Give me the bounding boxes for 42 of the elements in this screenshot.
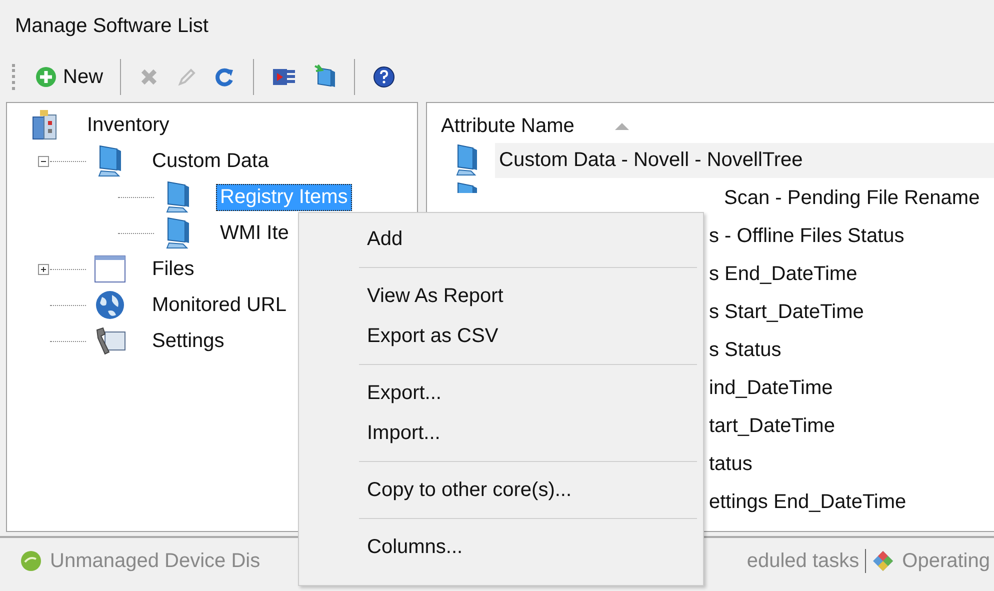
monitor-icon (165, 180, 191, 214)
list-item[interactable]: tatus (705, 446, 756, 482)
menu-item[interactable]: Columns... (299, 527, 703, 567)
list-item[interactable]: ind_DateTime (705, 370, 837, 406)
list-item[interactable]: s End_DateTime (705, 256, 862, 292)
menu-item[interactable]: Export... (299, 373, 703, 413)
collapse-icon[interactable] (38, 156, 49, 166)
menu-item[interactable]: Copy to other core(s)... (299, 470, 703, 510)
list-item[interactable]: tart_DateTime (705, 408, 839, 444)
tree-item[interactable]: Monitored URL (148, 292, 291, 318)
monitor-icon (455, 181, 479, 193)
tree-item[interactable]: Custom Data (148, 148, 273, 174)
window-icon (94, 255, 126, 283)
monitor-icon (165, 216, 191, 250)
list-item[interactable]: Custom Data - Novell - NovellTree (495, 142, 994, 178)
expand-icon[interactable] (38, 264, 49, 274)
menu-item[interactable]: Import... (299, 413, 703, 453)
report-icon (271, 66, 298, 88)
column-header[interactable]: Attribute Name (439, 114, 574, 138)
diamond-icon (872, 550, 894, 572)
tree-item[interactable]: Settings (148, 328, 228, 354)
tree-item[interactable]: WMI Ite (216, 220, 293, 246)
window-title: Manage Software List (15, 14, 208, 38)
list-item[interactable]: s - Offline Files Status (705, 218, 908, 254)
list-item[interactable]: s Start_DateTime (705, 294, 868, 330)
sort-arrow-icon (614, 122, 630, 130)
list-item[interactable]: s Status (705, 332, 786, 368)
tree-item[interactable]: Inventory (83, 112, 174, 138)
disc-icon (20, 550, 42, 572)
menu-item[interactable]: Add (299, 219, 703, 259)
tree-item[interactable]: Files (148, 256, 198, 282)
monitor-arrow-icon (313, 64, 338, 90)
globe-icon (94, 289, 126, 321)
plus-icon (35, 66, 57, 88)
list-item[interactable]: ettings End_DateTime (705, 484, 910, 520)
help-icon (372, 65, 396, 89)
monitor-icon (455, 143, 479, 177)
monitor-icon (97, 144, 123, 178)
menu-item[interactable]: View As Report (299, 276, 703, 316)
new-button[interactable]: New (30, 64, 108, 90)
list-item[interactable]: Scan - Pending File Rename (720, 180, 984, 216)
menu-item[interactable]: Export as CSV (299, 316, 703, 356)
